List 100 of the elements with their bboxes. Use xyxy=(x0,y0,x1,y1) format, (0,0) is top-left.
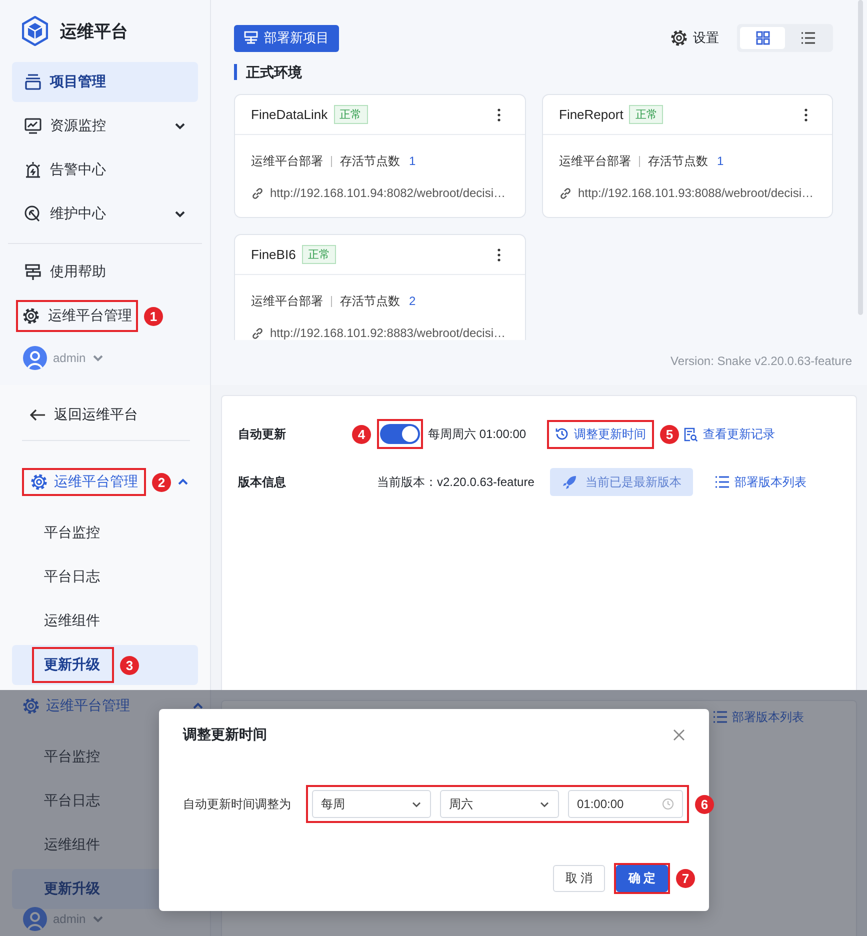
chevron-icon xyxy=(411,800,422,808)
app-title: 运维平台 xyxy=(60,20,128,42)
status-tag: 正常 xyxy=(334,105,368,124)
avatar-icon xyxy=(23,346,47,370)
history-icon xyxy=(555,427,570,441)
url-link[interactable]: http://192.168.101.92:8883/webroot/decisi… xyxy=(270,326,506,340)
server-icon xyxy=(244,31,258,45)
schedule-text: 每周周六 01:00:00 xyxy=(428,426,526,442)
menu-item[interactable]: 维护中心 xyxy=(12,194,198,234)
menu-item[interactable]: 更新升级 3 xyxy=(12,645,198,685)
menu-item[interactable]: 运维组件 xyxy=(12,601,198,641)
menu-item[interactable]: 运维平台管理 1 xyxy=(12,296,198,336)
chevron-icon xyxy=(174,122,186,130)
menu-label: 告警中心 xyxy=(50,161,106,179)
link-icon xyxy=(251,326,264,340)
avatar-icon xyxy=(23,907,47,931)
menu-label: 使用帮助 xyxy=(50,263,106,281)
step-badge: 2 xyxy=(152,472,171,492)
dialog-title: 调整更新时间 xyxy=(183,726,267,744)
chevron-icon xyxy=(92,354,104,362)
step-badge: 7 xyxy=(676,869,695,888)
field-label: 自动更新时间调整为 xyxy=(183,796,291,812)
view-toggle-tab[interactable] xyxy=(740,27,785,49)
version-list-link[interactable]: 部署版本列表 xyxy=(715,474,806,490)
select-field[interactable]: 周六 xyxy=(440,790,559,818)
url-link[interactable]: http://192.168.101.93:8088/webroot/decisi… xyxy=(578,186,814,200)
menu-label: 更新升级 xyxy=(44,656,100,674)
link-icon xyxy=(559,186,572,200)
deploy-type: 运维平台部署 xyxy=(559,152,631,170)
toggle-switch[interactable] xyxy=(380,424,420,444)
confirm-button[interactable]: 确定 xyxy=(616,865,668,892)
settings-button[interactable]: 设置 xyxy=(670,29,719,47)
chevron-icon xyxy=(174,210,186,218)
menu-label: 运维平台管理 xyxy=(48,307,132,325)
menu-item[interactable]: 资源监控 xyxy=(12,106,198,146)
deploy-button[interactable]: 部署新项目 xyxy=(234,24,339,52)
more-icon[interactable] xyxy=(497,248,501,262)
menu-label: 运维平台管理 xyxy=(46,697,130,715)
step-badge: 5 xyxy=(660,424,680,444)
menu-item[interactable]: 使用帮助 xyxy=(12,252,198,292)
stack-icon xyxy=(24,73,42,91)
version-text: Version: Snake v2.20.0.63-feature xyxy=(670,354,852,368)
nodes-label: 存活节点数 xyxy=(340,292,400,310)
status-tag: 正常 xyxy=(302,245,336,264)
arrow-left-icon xyxy=(30,409,46,421)
time-field[interactable]: 01:00:00 xyxy=(568,790,683,818)
signpost-icon xyxy=(24,263,42,281)
current-version: 当前版本：v2.20.0.63-feature xyxy=(377,474,534,490)
menu-label: 运维平台管理 xyxy=(54,473,138,491)
cancel-button[interactable]: 取消 xyxy=(553,865,605,892)
settings-icon xyxy=(30,473,48,491)
status-tag: 正常 xyxy=(629,105,664,124)
step-badge: 4 xyxy=(352,424,371,444)
monitor-chart-icon xyxy=(24,117,42,135)
menu-label: 运维组件 xyxy=(44,836,100,854)
menu-label: 项目管理 xyxy=(50,73,106,91)
close-icon[interactable] xyxy=(673,729,685,741)
nodes-count: 2 xyxy=(409,294,416,308)
menu-label: 运维组件 xyxy=(44,612,100,630)
menu-label: 资源监控 xyxy=(50,117,106,135)
chevron-icon xyxy=(177,478,189,486)
alarm-icon xyxy=(24,161,42,179)
menu-item[interactable]: 项目管理 xyxy=(12,62,198,102)
back-link[interactable]: 返回运维平台 xyxy=(0,400,210,430)
scrollbar[interactable] xyxy=(858,0,863,315)
more-icon[interactable] xyxy=(804,108,808,122)
menu-group[interactable]: 运维平台管理 2 xyxy=(12,467,195,497)
menu-item[interactable]: 告警中心 xyxy=(12,150,198,190)
url-link[interactable]: http://192.168.101.94:8082/webroot/decisi… xyxy=(270,186,506,200)
section-title: 正式环境 xyxy=(234,64,833,80)
project-name: FineReport xyxy=(559,107,624,122)
more-icon[interactable] xyxy=(497,108,501,122)
user-name: admin xyxy=(53,351,86,365)
chevron-icon xyxy=(192,702,204,710)
project-name: FineBI6 xyxy=(251,247,296,262)
menu-label: 平台日志 xyxy=(44,568,100,586)
adjust-time-link[interactable]: 调整更新时间 xyxy=(555,426,646,442)
history-link[interactable]: 查看更新记录 xyxy=(683,426,776,442)
menu-item[interactable]: 平台日志 xyxy=(12,557,198,597)
menu-label: 维护中心 xyxy=(50,205,106,223)
row-label: 版本信息 xyxy=(238,474,287,490)
list-view-icon xyxy=(800,32,814,44)
select-field[interactable]: 每周 xyxy=(312,790,431,818)
settings-icon xyxy=(22,307,40,325)
project-name: FineDataLink xyxy=(251,107,328,122)
list-icon xyxy=(715,476,730,488)
rocket-icon xyxy=(562,474,578,490)
settings-icon xyxy=(670,29,688,47)
nodes-label: 存活节点数 xyxy=(340,152,400,170)
list-icon xyxy=(713,711,727,723)
step-badge: 3 xyxy=(120,656,139,674)
chevron-icon xyxy=(539,800,550,808)
document-search-icon xyxy=(683,426,698,442)
nodes-count: 1 xyxy=(717,154,724,168)
link-icon xyxy=(251,186,264,200)
menu-item[interactable]: 平台监控 xyxy=(12,513,198,553)
menu-label: 更新升级 xyxy=(44,880,100,898)
step-badge: 6 xyxy=(695,794,714,814)
chevron-icon xyxy=(92,915,104,923)
cube-logo-icon xyxy=(22,16,48,46)
